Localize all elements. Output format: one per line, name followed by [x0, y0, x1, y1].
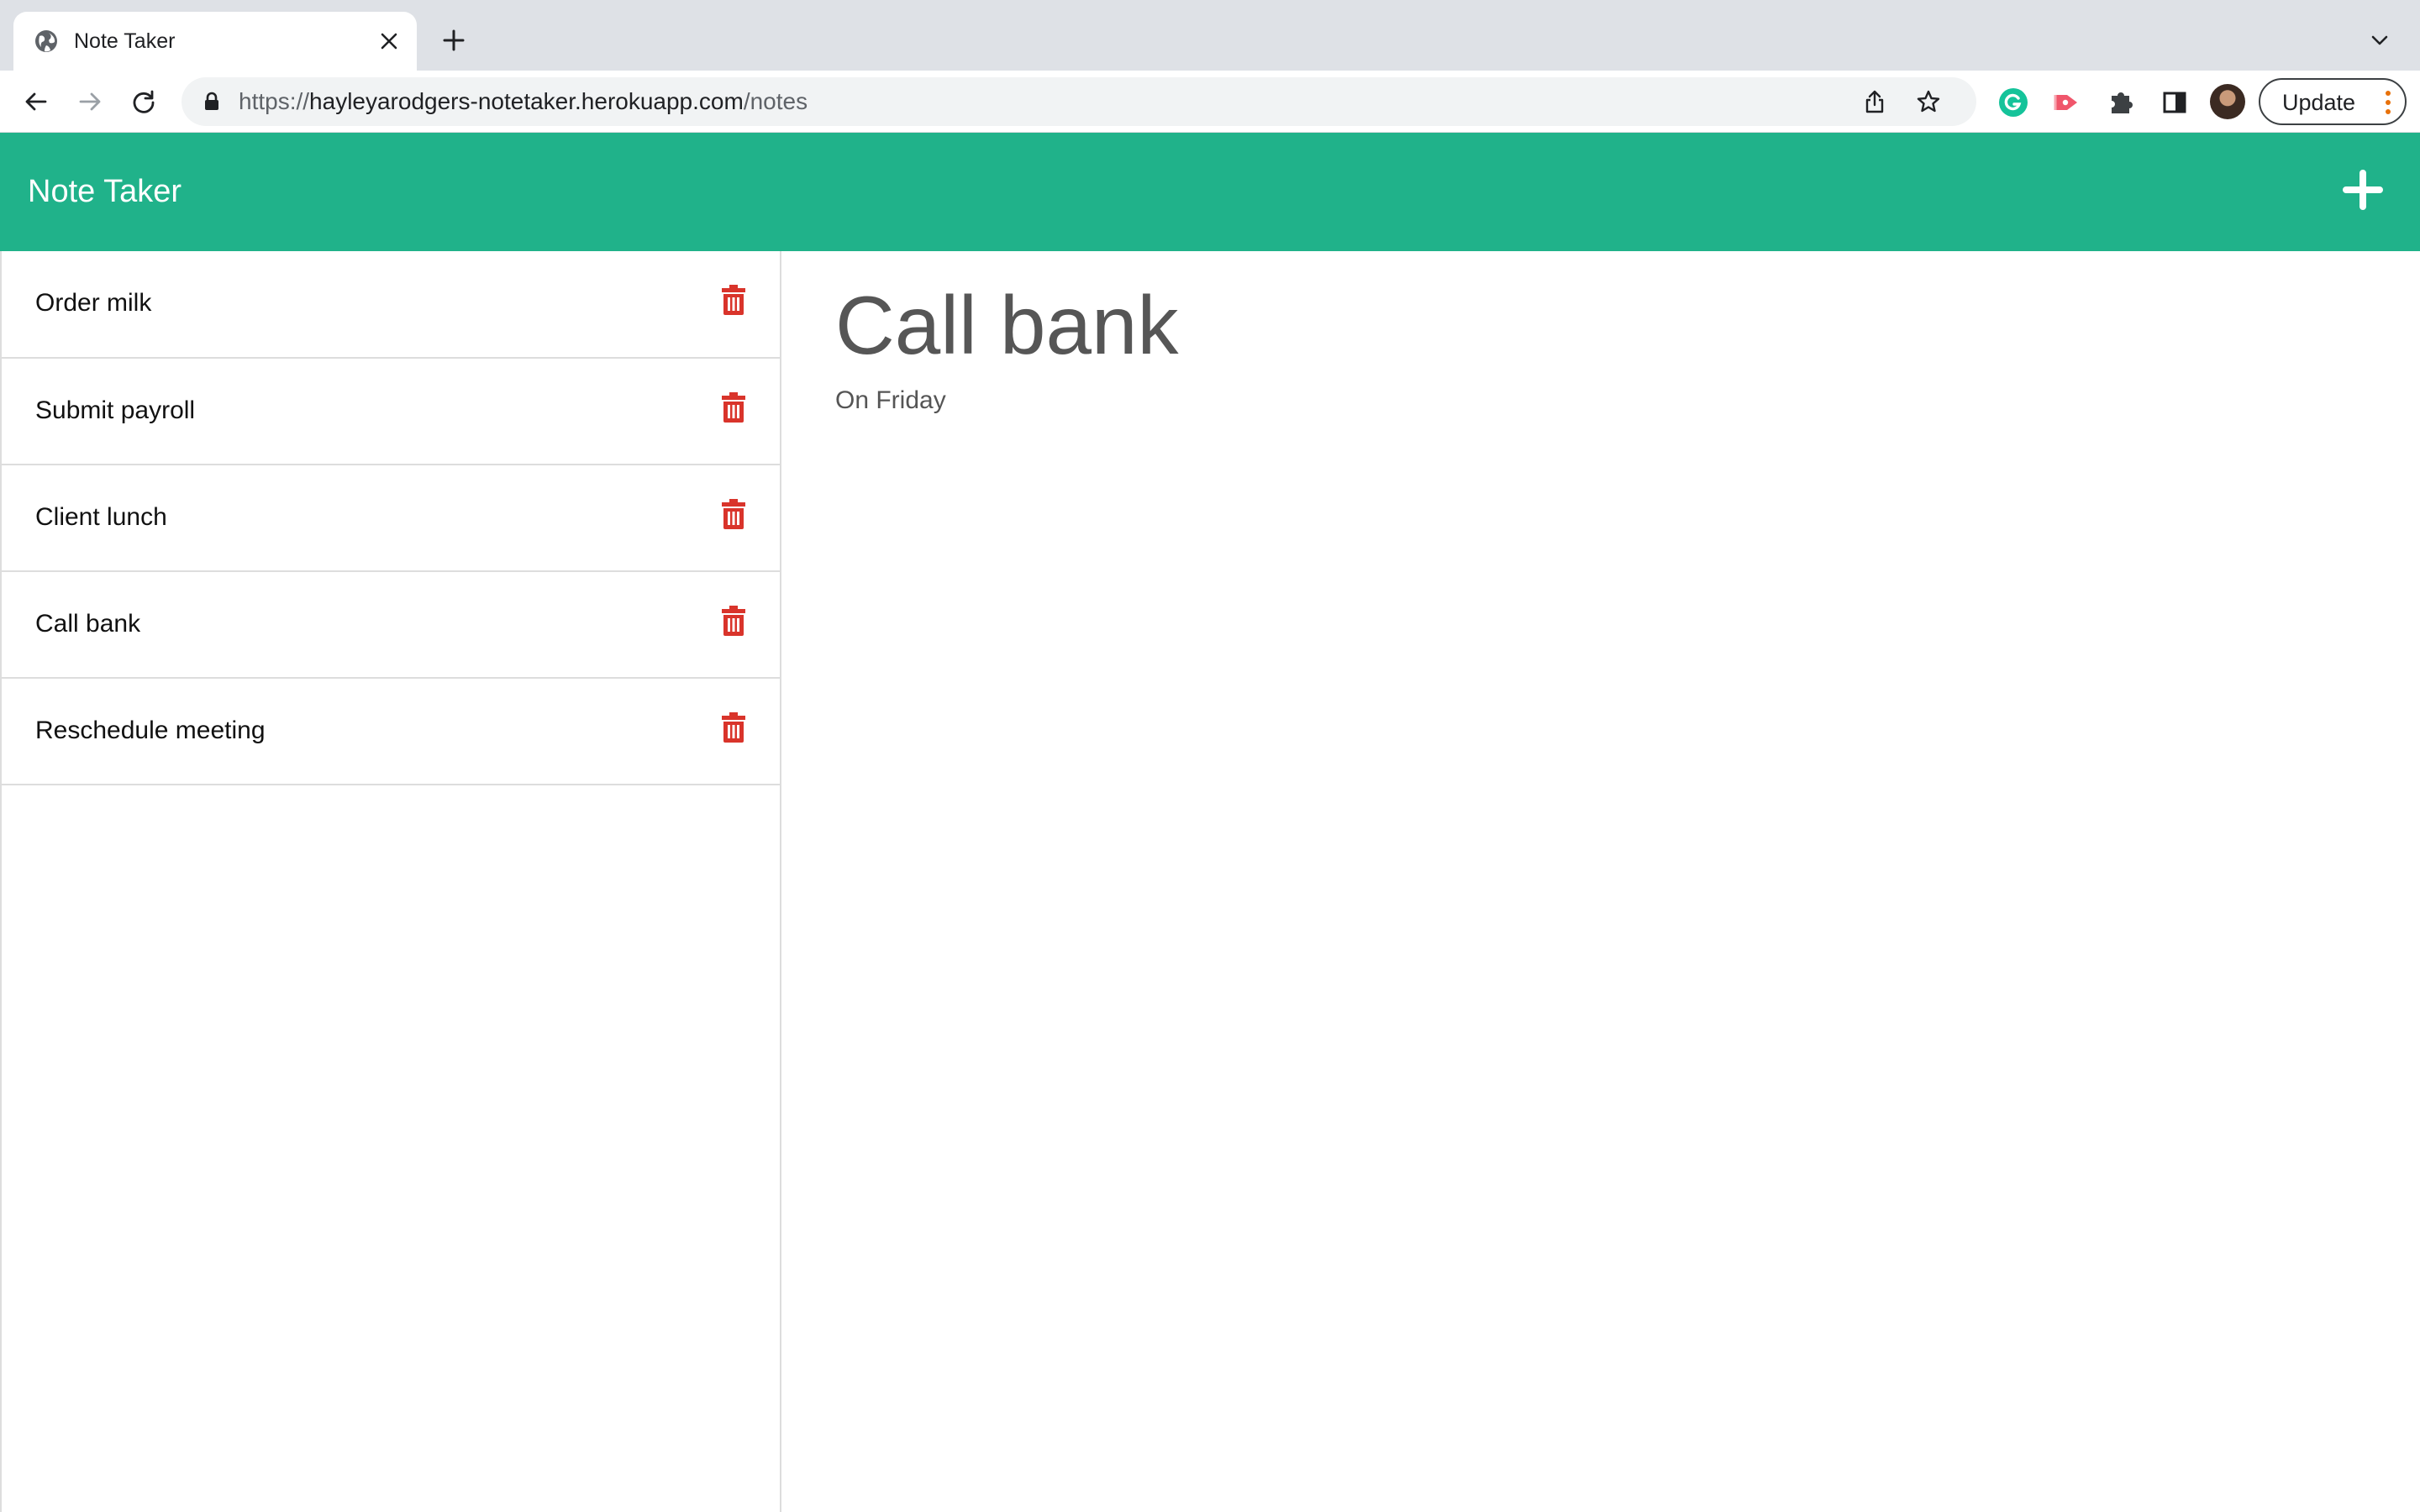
url-scheme: https:// — [239, 88, 310, 114]
profile-avatar[interactable] — [2210, 84, 2245, 119]
kebab-icon[interactable] — [2385, 90, 2391, 115]
plus-icon[interactable] — [437, 24, 471, 57]
puzzle-icon[interactable] — [2104, 86, 2138, 119]
url-host: hayleyarodgers-notetaker.herokuapp.com — [309, 88, 744, 114]
note-title[interactable]: Call bank — [35, 609, 140, 639]
arrow-left-icon[interactable] — [17, 82, 55, 121]
note-editor: Call bank On Friday — [783, 251, 2420, 1512]
globe-icon — [34, 29, 59, 54]
close-icon[interactable] — [375, 27, 403, 55]
trash-icon[interactable] — [719, 391, 748, 424]
trash-icon[interactable] — [719, 711, 748, 744]
list-item[interactable]: Client lunch — [2, 464, 781, 570]
reload-icon[interactable] — [124, 82, 163, 121]
share-icon[interactable] — [1860, 87, 1889, 116]
grammarly-icon[interactable] — [1996, 86, 2030, 119]
note-title[interactable]: Reschedule meeting — [35, 716, 266, 746]
list-item[interactable]: Order milk — [2, 251, 781, 357]
note-title-field[interactable]: Call bank — [835, 275, 1179, 375]
browser-toolbar: https://hayleyarodgers-notetaker.herokua… — [0, 71, 2420, 133]
app-brand[interactable]: Note Taker — [28, 173, 182, 210]
lock-icon[interactable] — [200, 90, 224, 113]
tab-title: Note Taker — [74, 29, 176, 53]
note-text-field[interactable]: On Friday — [835, 386, 946, 416]
note-title[interactable]: Order milk — [35, 288, 151, 318]
list-item[interactable]: Call bank — [2, 570, 781, 677]
browser-tab[interactable]: Note Taker — [13, 12, 417, 71]
browser-tabstrip: Note Taker — [0, 0, 2420, 71]
url-text[interactable]: https://hayleyarodgers-notetaker.herokua… — [239, 89, 808, 114]
list-item[interactable]: Submit payroll — [2, 357, 781, 464]
chevron-down-icon[interactable] — [2365, 25, 2395, 55]
app-navbar: Note Taker — [0, 133, 2420, 251]
notes-sidebar: Order milk Submit payroll Client lunch C… — [0, 251, 781, 1512]
arrow-right-icon[interactable] — [71, 82, 109, 121]
note-title[interactable]: Client lunch — [35, 502, 167, 533]
list-item[interactable]: Reschedule meeting — [2, 677, 781, 784]
screencast-icon[interactable] — [2050, 86, 2084, 119]
trash-icon[interactable] — [719, 283, 748, 317]
update-button[interactable]: Update — [2259, 78, 2407, 125]
url-path: /notes — [743, 88, 808, 114]
update-label: Update — [2282, 90, 2356, 115]
trash-icon[interactable] — [719, 497, 748, 531]
trash-icon[interactable] — [719, 604, 748, 638]
note-title[interactable]: Submit payroll — [35, 396, 195, 426]
note-list: Order milk Submit payroll Client lunch C… — [2, 251, 781, 785]
side-panel-icon[interactable] — [2158, 86, 2191, 119]
plus-icon[interactable] — [2339, 166, 2386, 213]
star-icon[interactable] — [1914, 87, 1943, 116]
address-bar[interactable]: https://hayleyarodgers-notetaker.herokua… — [182, 77, 1976, 126]
